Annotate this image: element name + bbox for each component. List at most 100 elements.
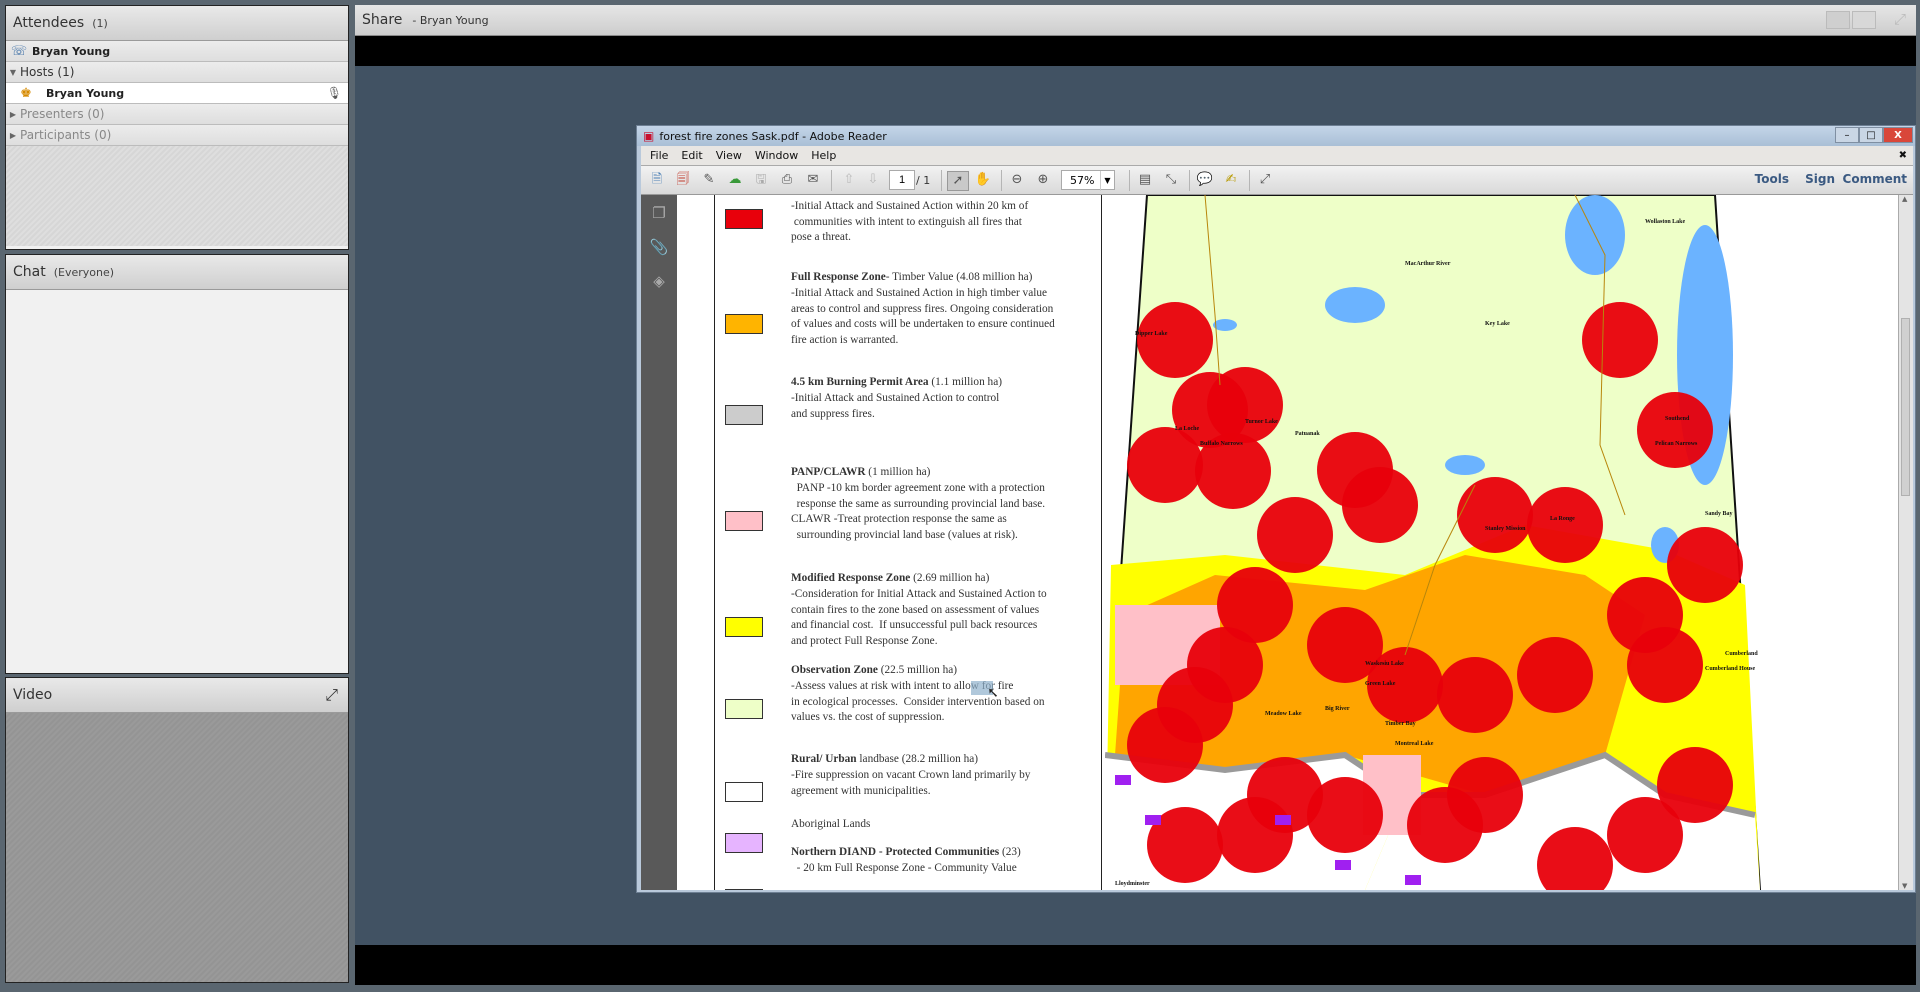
legend-entry-title: Northern DIAND - Protected Communities (…	[791, 846, 1021, 858]
legend-entry-line: and suppress fires.	[791, 407, 875, 420]
fullscreen-icon[interactable]: ⤢	[325, 685, 338, 705]
hand-tool-icon[interactable]: ✋	[973, 171, 993, 189]
legend-entry: Full Response Zone- Timber Value (4.08 m…	[791, 270, 1111, 349]
legend-entry-line: CLAWR -Treat protection response the sam…	[791, 513, 1007, 526]
map-label: MacArthur River	[1405, 261, 1451, 267]
video-panel: Video ⤢	[5, 677, 349, 983]
community-value-zone	[1582, 302, 1658, 378]
scroll-thumb[interactable]	[1901, 318, 1910, 496]
toolbar-separator	[941, 170, 942, 191]
legend-entry-line: values vs. the cost of suppression.	[791, 711, 945, 724]
zoom-in-icon[interactable]: ⊕	[1033, 171, 1053, 189]
page-thumbnails-icon[interactable]: ❐	[649, 203, 669, 223]
community-value-zone	[1207, 367, 1283, 443]
legend-entry-line: PANP -10 km border agreement zone with a…	[791, 481, 1045, 494]
previous-page-icon[interactable]: ⇧	[839, 171, 859, 189]
share-presenter: - Bryan Young	[412, 13, 489, 27]
community-value-zone	[1307, 777, 1383, 853]
host-avatar-icon: ♚	[20, 85, 32, 101]
sign-pane-button[interactable]: Sign	[1805, 172, 1835, 186]
menu-help[interactable]: Help	[811, 149, 836, 162]
legend-entry-line: areas to control and suppress fires. Ong…	[791, 302, 1054, 315]
edit-pdf-icon[interactable]: ✎	[699, 171, 719, 189]
community-value-zone	[1127, 707, 1203, 783]
chevron-right-icon[interactable]: ▶	[6, 110, 20, 119]
legend-swatch	[725, 511, 763, 531]
fullscreen-share-icon[interactable]: ⤢	[1894, 10, 1906, 28]
microphone-icon[interactable]: 🎙	[327, 86, 342, 100]
legend-swatch	[725, 699, 763, 719]
legend-entry-line: -Fire suppression on vacant Crown land p…	[791, 768, 1031, 781]
legend-entry-line: -Initial Attack and Sustained Action wit…	[791, 199, 1029, 212]
legend-entry: -Initial Attack and Sustained Action wit…	[791, 195, 1111, 246]
scroll-up-arrow[interactable]: ▲	[1902, 195, 1907, 203]
attendee-row[interactable]: ♚ Bryan Young 🎙	[6, 83, 348, 104]
page-number-input[interactable]	[889, 170, 915, 190]
sticky-note-icon[interactable]: 💬	[1195, 171, 1215, 189]
legend-entry-line: response the same as surrounding provinc…	[791, 497, 1046, 510]
map-label: Montreal Lake	[1395, 741, 1434, 747]
layout-grid-icon[interactable]	[1826, 11, 1850, 29]
toolbar-separator	[1249, 170, 1250, 191]
menu-window[interactable]: Window	[755, 149, 798, 162]
community-value-zone	[1627, 627, 1703, 703]
save-icon[interactable]: 🖫	[751, 171, 771, 189]
scroll-down-arrow[interactable]: ▼	[1902, 882, 1907, 890]
legend-entry: Rural/ Urban landbase (28.2 million ha) -…	[791, 752, 1111, 799]
layers-icon[interactable]: ◈	[649, 271, 669, 291]
aboriginal-land	[1145, 815, 1161, 825]
highlight-icon[interactable]: ✍	[1221, 171, 1241, 189]
group-presenters[interactable]: ▶ Presenters (0)	[6, 104, 348, 125]
close-document-icon[interactable]: ✖	[1899, 150, 1907, 161]
legend-entry-line: of values and costs will be undertaken t…	[791, 318, 1055, 331]
cloud-upload-icon[interactable]: ☁	[725, 171, 745, 189]
chevron-down-icon[interactable]: ▼	[1100, 171, 1114, 191]
share-title: Share	[362, 12, 403, 28]
legend-entry-title: Modified Response Zone (2.69 million ha)	[791, 572, 990, 584]
menu-file[interactable]: File	[650, 149, 668, 162]
combine-files-icon[interactable]: 🗐	[673, 171, 693, 189]
attachments-icon[interactable]: 📎	[649, 237, 669, 257]
expand-icon[interactable]: ⤢	[1255, 171, 1275, 189]
reader-titlebar[interactable]: ▣ forest fire zones Sask.pdf - Adobe Rea…	[637, 126, 1915, 146]
zoom-level-select[interactable]: 57% ▼	[1061, 170, 1115, 191]
chevron-down-icon[interactable]: ▼	[6, 68, 20, 77]
community-value-zone	[1667, 527, 1743, 603]
video-area	[6, 713, 348, 982]
community-value-zone	[1637, 392, 1713, 468]
legend-swatch	[725, 209, 763, 229]
tools-pane-button[interactable]: Tools	[1755, 172, 1789, 186]
group-participants[interactable]: ▶ Participants (0)	[6, 125, 348, 146]
group-hosts[interactable]: ▼ Hosts (1)	[6, 62, 348, 83]
vertical-scrollbar[interactable]: ▲ ▼	[1898, 195, 1913, 890]
attendees-empty-area	[6, 146, 348, 246]
legend-entry-line: - 20 km Full Response Zone - Community V…	[791, 861, 1017, 874]
fit-page-icon[interactable]: ▤	[1135, 171, 1155, 189]
email-icon[interactable]: ✉	[803, 171, 823, 189]
chevron-right-icon[interactable]: ▶	[6, 131, 20, 140]
chat-messages-area[interactable]	[6, 290, 348, 673]
maximize-button[interactable]: □	[1859, 127, 1883, 143]
menu-edit[interactable]: Edit	[681, 149, 702, 162]
comment-pane-button[interactable]: Comment	[1843, 172, 1907, 186]
legend-entry-line: -Consideration for Initial Attack and Su…	[791, 587, 1047, 600]
video-header: Video ⤢	[6, 678, 348, 713]
phone-icon: ☏	[10, 43, 28, 59]
video-title: Video	[13, 687, 53, 703]
legend-entry: PANP/CLAWR (1 million ha) PANP -10 km bo…	[791, 465, 1111, 544]
select-tool-icon[interactable]: ➚	[947, 171, 969, 191]
pdf-page[interactable]: MacArthur River Key Lake Wollaston Lake Dip…	[677, 195, 1899, 890]
layout-single-icon[interactable]	[1852, 11, 1876, 29]
next-page-icon[interactable]: ⇩	[863, 171, 883, 189]
my-status-row[interactable]: ☏ Bryan Young	[6, 41, 348, 62]
zoom-out-icon[interactable]: ⊖	[1007, 171, 1027, 189]
fit-width-icon[interactable]: ⤡	[1161, 171, 1181, 189]
minimize-button[interactable]: –	[1835, 127, 1859, 143]
print-icon[interactable]: ⎙	[777, 171, 797, 189]
close-button[interactable]: X	[1883, 127, 1913, 143]
menu-view[interactable]: View	[716, 149, 742, 162]
chat-panel: Chat (Everyone)	[5, 254, 349, 674]
aboriginal-land	[1275, 815, 1291, 825]
legend-entry-line: agreement with municipalities.	[791, 784, 931, 797]
create-pdf-icon[interactable]: 🗎	[647, 171, 667, 189]
